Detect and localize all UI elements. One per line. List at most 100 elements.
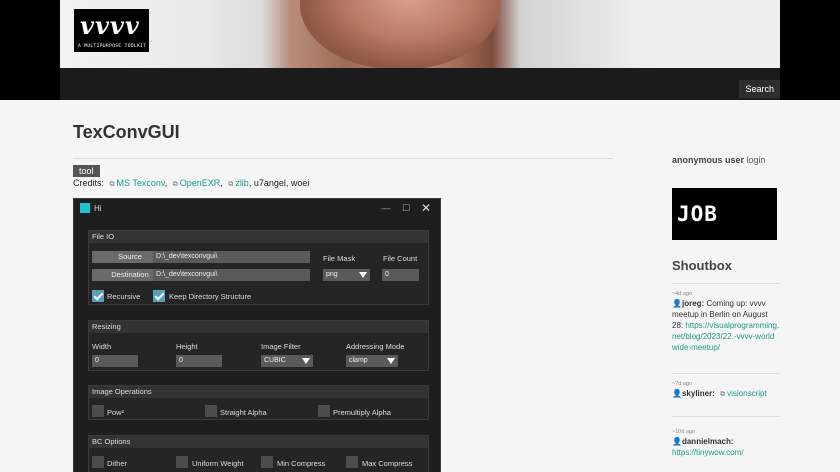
shout-user[interactable]: joreg: [682,299,704,308]
external-link-icon: ⧉ [172,181,178,188]
title-divider [73,158,613,159]
min-compress-label: Min Compress [277,459,326,468]
file-mask-label: File Mask [323,254,356,263]
max-compress-checkbox [346,456,358,468]
width-field: 0 [92,355,138,367]
max-compress-label: Max Compress [362,459,413,468]
file-count-label: File Count [383,254,418,263]
file-mask-value: png [326,271,338,278]
shout-timestamp: ~4d ago [672,291,693,297]
credit-link-zlib[interactable]: zlib [235,178,249,188]
premultiply-alpha-label: Premultiply Alpha [333,408,391,417]
search-button[interactable]: Search [739,80,780,98]
shout-user[interactable]: skyliner: [682,389,715,398]
credit-link-texconv[interactable]: MS Texconv [117,178,165,188]
straight-alpha-checkbox [205,405,217,417]
app-titlebar: Hi — ☐ ✕ [74,199,440,218]
tag-badge[interactable]: tool [73,165,100,177]
credits-line: Credits: ⧉ MS Texconv, ⧉ OpenEXR, ⧉ zlib, u… [73,178,309,189]
file-io-panel: File IO Source D:\_dev\texconvgui\ File … [88,230,429,305]
keep-directory-checkbox [153,290,165,302]
addressing-mode-label: Addressing Mode [346,342,405,351]
height-field: 0 [176,355,222,367]
keep-directory-label: Keep Directory Structure [169,292,252,301]
app-title: Hi [94,204,102,213]
recursive-label: Recursive [107,292,141,301]
shout-link[interactable]: visionscript [727,389,767,398]
site-logo[interactable]: vvvv A MULTIPURPOSE TOOLKIT [74,9,149,52]
credits-rest: u7angel, woei [253,178,310,188]
shout-item: ~4d ago 👤joreg: Coming up: vvvv meetup i… [672,290,780,353]
file-mask-select: png [323,269,370,281]
face-photo [300,0,500,68]
addressing-mode-value: clamp [349,357,368,364]
dropdown-arrow-icon [302,358,310,364]
bc-options-header: BC Options [89,436,428,448]
shoutbox-title: Shoutbox [672,258,732,273]
job-banner[interactable]: JOB [672,188,777,240]
uniform-weight-label: Uniform Weight [192,459,244,468]
image-filter-label: Image Filter [261,342,301,351]
app-icon [80,203,90,213]
shout-link[interactable]: https://tinywow.com/ [672,448,744,457]
shout-item: ~10d ago 👤dannielmach: https://tinywow.c… [672,428,780,458]
resizing-panel: Resizing Width Height Image Filter Addre… [88,320,429,371]
recursive-checkbox [92,290,104,302]
straight-alpha-label: Straight Alpha [220,408,267,417]
minimize-icon: — [381,203,391,213]
image-operations-header: Image Operations [89,386,428,398]
shout-timestamp: ~7d ago [672,381,693,387]
shout-user[interactable]: dannielmach: [682,437,734,446]
resizing-header: Resizing [89,321,428,333]
source-path-field: D:\_dev\texconvgui\ [153,251,310,263]
app-screenshot: Hi — ☐ ✕ File IO Source D:\_dev\texconvg… [73,198,441,472]
shout-timestamp: ~10d ago [672,429,696,435]
user-icon: 👤 [672,437,682,446]
destination-path-field: D:\_dev\texconvgui\ [153,269,310,281]
file-count-field: 0 [382,269,419,281]
height-label: Height [176,342,198,351]
credit-link-openexr[interactable]: OpenEXR [180,178,221,188]
image-operations-panel: Image Operations Pow² Straight Alpha Pre… [88,385,429,420]
credit-separator: , [248,178,252,188]
shout-item: ~7d ago 👤skyliner: ⧉ visionscript [672,380,780,400]
user-icon: 👤 [672,299,682,308]
login-link[interactable]: login [747,155,766,165]
addressing-mode-select: clamp [346,355,398,367]
dither-label: Dither [107,459,128,468]
external-link-icon: ⧉ [109,181,115,188]
min-compress-checkbox [261,456,273,468]
credit-separator: , [164,178,168,188]
premultiply-alpha-checkbox [318,405,330,417]
image-filter-select: CUBIC [261,355,313,367]
close-icon: ✕ [420,201,432,215]
credit-separator: , [220,178,223,188]
dropdown-arrow-icon [387,358,395,364]
shout-divider [672,373,780,374]
width-label: Width [92,342,112,351]
bc-options-panel: BC Options Dither Uniform Weight Min Com… [88,435,429,472]
external-link-icon: ⧉ [228,181,234,188]
user-icon: 👤 [672,389,682,398]
page-title: TexConvGUI [73,122,180,142]
job-banner-text: JOB [677,202,718,226]
external-link-icon: ⧉ [720,391,726,398]
image-filter-value: CUBIC [264,357,286,364]
shout-link[interactable]: https://visualprogramming.net/blog/2023/… [672,321,779,352]
logo-tagline: A MULTIPURPOSE TOOLKIT [78,44,147,49]
credits-label: Credits: [73,178,105,188]
user-status: anonymous user login [672,155,766,165]
pow2-label: Pow² [107,408,125,417]
pow2-checkbox [92,405,104,417]
file-io-header: File IO [89,231,428,243]
anonymous-user-label: anonymous user [672,155,745,165]
uniform-weight-checkbox [176,456,188,468]
shout-divider [672,283,780,284]
dropdown-arrow-icon [359,272,367,278]
logo-mark: vvvv [80,11,140,40]
shout-divider [672,416,780,417]
header-banner-image [60,0,780,68]
dither-checkbox [92,456,104,468]
maximize-icon: ☐ [401,203,411,213]
nav-bar: Search [60,68,780,100]
